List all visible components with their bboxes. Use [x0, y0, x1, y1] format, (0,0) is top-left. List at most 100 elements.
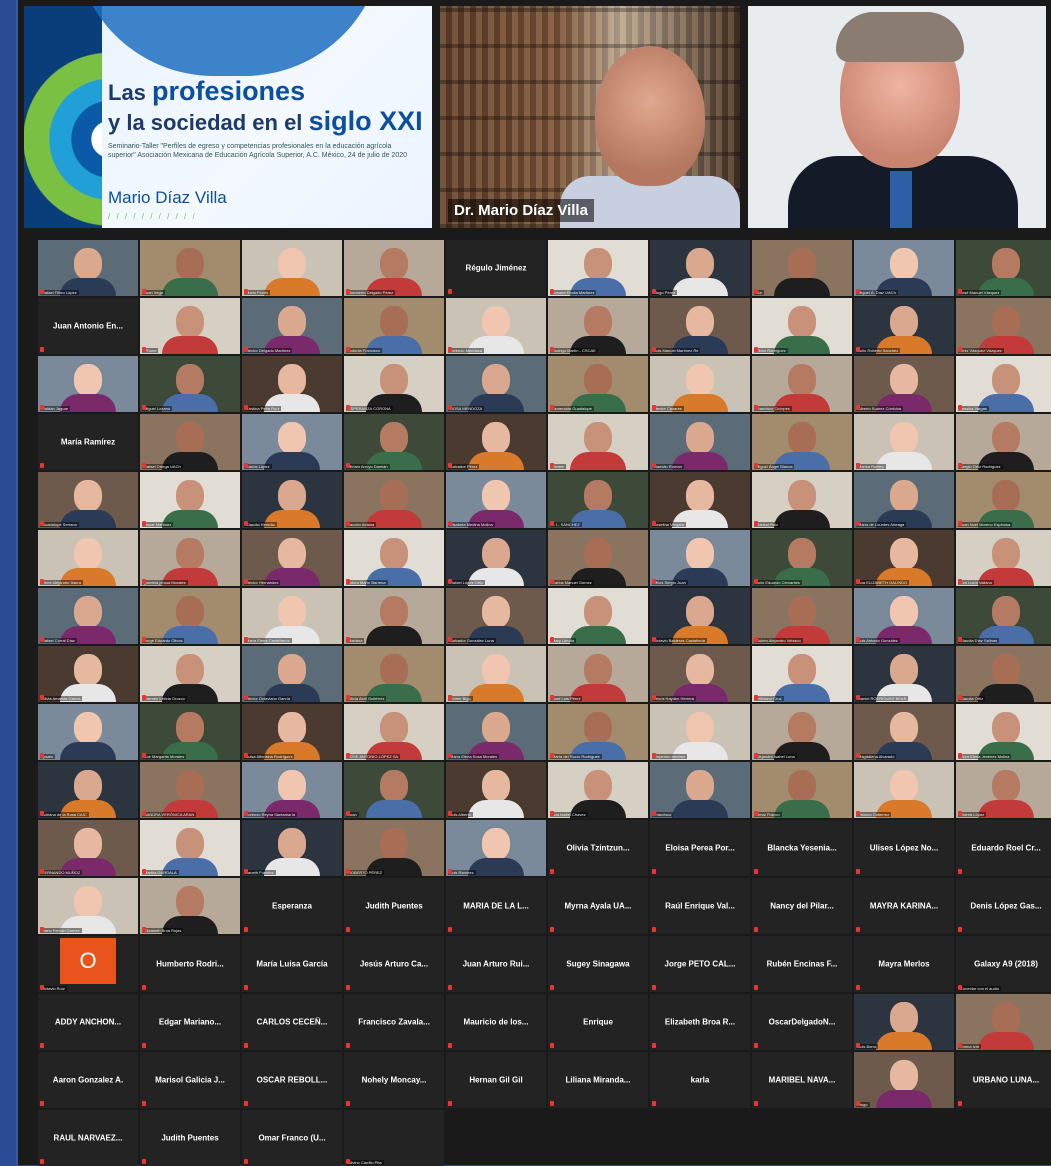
- participant-tile[interactable]: Darío Fernán Gómez: [38, 878, 138, 934]
- participant-tile[interactable]: Liliana Miranda...: [548, 1052, 648, 1108]
- participant-tile[interactable]: Omar Franco (U...: [242, 1110, 342, 1166]
- participant-tile[interactable]: Elsabeta Medina Molina: [446, 472, 546, 528]
- participant-tile[interactable]: Marisol Ruiz: [752, 472, 852, 528]
- participant-tile[interactable]: URBANO LUNA...: [956, 1052, 1051, 1108]
- participant-tile[interactable]: O Octavio Ruíz: [38, 936, 138, 992]
- participant-tile[interactable]: Janeth Fuentes: [242, 820, 342, 876]
- participant-tile[interactable]: Humberto Delgado Pérez: [344, 240, 444, 296]
- participant-tile[interactable]: Silvino Carrillo Pita: [344, 1110, 444, 1166]
- participant-tile[interactable]: OscarDelgadoN...: [752, 994, 852, 1050]
- participant-tile[interactable]: ROSA MENDOZA: [446, 356, 546, 412]
- participant-tile[interactable]: Luis Manuel Martínez Re: [650, 298, 750, 354]
- participant-tile[interactable]: Edgar Mariano...: [140, 994, 240, 1050]
- participant-tile[interactable]: José Luis Pérez: [548, 646, 648, 702]
- participant-tile[interactable]: Ortiz Vázquez Vázquez: [956, 298, 1051, 354]
- participant-tile[interactable]: Jessica Vargas: [956, 356, 1051, 412]
- participant-tile[interactable]: Emma Iznt: [956, 994, 1051, 1050]
- participant-tile[interactable]: Juan: [344, 762, 444, 818]
- participant-tile[interactable]: Rubén Encinas F...: [752, 936, 852, 992]
- participant-tile[interactable]: Jorge PETO CAL...: [650, 936, 750, 992]
- participant-tile[interactable]: Nohely Moncay...: [344, 1052, 444, 1108]
- participant-tile[interactable]: Valeria López: [956, 762, 1051, 818]
- participant-tile[interactable]: Lorenzo Mendoza: [446, 298, 546, 354]
- participant-tile[interactable]: MARIBEL NAVA...: [752, 1052, 852, 1108]
- participant-tile[interactable]: Antonia Francisco: [344, 298, 444, 354]
- participant-tile[interactable]: ESPERANZA CORONA: [344, 356, 444, 412]
- participant-tile[interactable]: Hernan Gil Gil: [446, 1052, 546, 1108]
- participant-tile[interactable]: Flora Elena Jiménez Molina: [956, 704, 1051, 760]
- participant-tile[interactable]: Magdalena Alvarado: [854, 704, 954, 760]
- participant-tile[interactable]: Josefina Vergara: [650, 472, 750, 528]
- participant-tile[interactable]: Olivia Abril Gutiérrez: [344, 646, 444, 702]
- participant-tile[interactable]: Oscar Martínez: [140, 472, 240, 528]
- participant-tile[interactable]: René Alejandro Ibarra: [38, 530, 138, 586]
- participant-tile[interactable]: Feliciano Cruz: [752, 646, 852, 702]
- participant-tile[interactable]: Francisco Ciclopes: [752, 356, 852, 412]
- participant-tile[interactable]: gabriela jerusa Morales: [140, 530, 240, 586]
- participant-tile[interactable]: Olivia Tzintzun...: [548, 820, 648, 876]
- participant-tile[interactable]: Zoe Margarita Morales: [140, 704, 240, 760]
- participant-tile[interactable]: Rafael Ortega UACh: [140, 414, 240, 470]
- participant-tile[interactable]: Arturo Marín Barrena: [344, 530, 444, 586]
- participant-tile[interactable]: Ana Isabel Chávez: [548, 762, 648, 818]
- participant-tile[interactable]: Rafael López Ortiz: [446, 530, 546, 586]
- participant-tile[interactable]: Luisa Alfonsina Rodríguez: [242, 704, 342, 760]
- participant-tile[interactable]: Galaxy A9 (2018) Conectar con el audio: [956, 936, 1051, 992]
- participant-tile[interactable]: Juan Antonio En...: [38, 298, 138, 354]
- participant-tile[interactable]: Juan Arturo Rui...: [446, 936, 546, 992]
- participant-tile[interactable]: María Luisa García: [242, 936, 342, 992]
- participant-tile[interactable]: Régulo Jiménez: [446, 240, 546, 296]
- participant-tile[interactable]: María Elena Castellanos: [242, 588, 342, 644]
- participant-tile[interactable]: Jorge Eduardo Olivos: [140, 588, 240, 644]
- participant-tile[interactable]: ROBERTO PÉREZ: [344, 820, 444, 876]
- participant-video-large[interactable]: [748, 6, 1046, 228]
- participant-tile[interactable]: OSCAR REBOLL...: [242, 1052, 342, 1108]
- participant-tile[interactable]: Jesús Arturo Ca...: [344, 936, 444, 992]
- participant-tile[interactable]: Ana ELIZABETH GALINDO: [854, 530, 954, 586]
- participant-tile[interactable]: CARLOS CECEÑ...: [242, 994, 342, 1050]
- participant-tile[interactable]: MAYRA KARINA...: [854, 878, 954, 934]
- participant-tile[interactable]: Hector Cazares: [650, 356, 750, 412]
- participant-tile[interactable]: Ipsam: [38, 704, 138, 760]
- participant-tile[interactable]: Francisco: [650, 762, 750, 818]
- participant-tile[interactable]: Damián Roman: [650, 414, 750, 470]
- participant-tile[interactable]: Octavio Balderas Castañeda: [650, 588, 750, 644]
- participant-tile[interactable]: JOSE ANTONIO LÓPEZ SA: [344, 704, 444, 760]
- participant-tile[interactable]: Hugo Pérez: [650, 240, 750, 296]
- participant-tile[interactable]: Sergio Ortiz Rodríguez: [956, 414, 1051, 470]
- participant-tile[interactable]: Héctor Delgado Martínez: [242, 298, 342, 354]
- participant-tile[interactable]: Rafael Fiñeo López: [38, 240, 138, 296]
- participant-tile[interactable]: Luis Ramírez: [446, 820, 546, 876]
- participant-tile[interactable]: Miguel Á. Díaz UACh: [854, 240, 954, 296]
- participant-tile[interactable]: Silvia Amanda García: [38, 646, 138, 702]
- participant-tile[interactable]: Héctor Hernández: [242, 530, 342, 586]
- participant-tile[interactable]: Esther Bigo: [446, 646, 546, 702]
- participant-tile[interactable]: Luis Antonio González: [854, 588, 954, 644]
- participant-tile[interactable]: Humberto Rodri...: [140, 936, 240, 992]
- participant-tile[interactable]: Carmen Leticia Orozco: [140, 646, 240, 702]
- participant-tile[interactable]: María Elena Sosa Morales: [446, 704, 546, 760]
- participant-tile[interactable]: Lorenzo Reyna Santamaría: [242, 762, 342, 818]
- participant-tile[interactable]: Mario Flores: [242, 240, 342, 296]
- participant-tile[interactable]: Carlos López: [242, 414, 342, 470]
- participant-tile[interactable]: Esperanza: [242, 878, 342, 934]
- participant-tile[interactable]: Hugo: [854, 1052, 954, 1108]
- participant-tile[interactable]: Miguel Lozano: [140, 356, 240, 412]
- participant-tile[interactable]: Francisco Zavala...: [344, 994, 444, 1050]
- participant-tile[interactable]: Juan Noel Moreno Espinosa: [956, 472, 1051, 528]
- participant-tile[interactable]: Luis Alberto: [446, 762, 546, 818]
- participant-tile[interactable]: Rubén Alejandro Velasco: [752, 588, 852, 644]
- participant-tile[interactable]: Miriam Arroyo Damián: [344, 414, 444, 470]
- participant-tile[interactable]: María Ramírez: [38, 414, 138, 470]
- participant-tile[interactable]: karla: [650, 1052, 750, 1108]
- participant-tile[interactable]: Judith Puentes: [344, 878, 444, 934]
- participant-tile[interactable]: Alejandro Isabel Luna: [752, 704, 852, 760]
- participant-tile[interactable]: Raúl Enrique Val...: [650, 878, 750, 934]
- participant-tile[interactable]: Daniel RODRÍGUEZ BEAR: [854, 646, 954, 702]
- participant-tile[interactable]: Claudia Ortiz: [956, 646, 1051, 702]
- participant-tile[interactable]: Aaron Gonzalez A.: [38, 1052, 138, 1108]
- participant-tile[interactable]: Héctor Octaviano García: [242, 646, 342, 702]
- participant-tile[interactable]: Denis López Gas...: [956, 878, 1051, 934]
- participant-tile[interactable]: Victor Rodríguez: [752, 298, 852, 354]
- participant-tile[interactable]: Mariana: [344, 588, 444, 644]
